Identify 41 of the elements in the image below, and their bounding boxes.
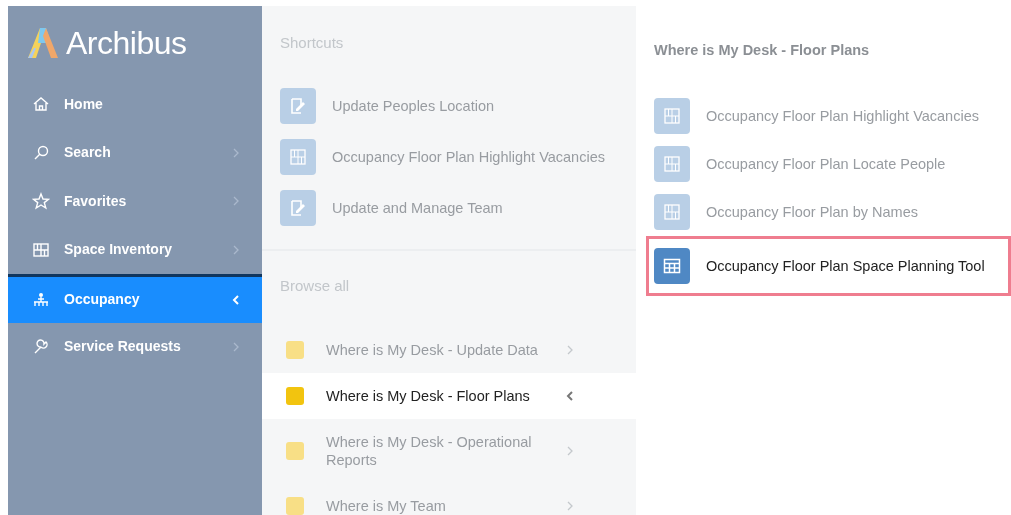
task-item[interactable]: Occupancy Floor Plan by Names <box>646 188 1011 236</box>
logo-icon <box>26 26 60 60</box>
folder-icon <box>286 442 304 460</box>
task-item[interactable]: Occupancy Floor Plan Locate People <box>646 140 1011 188</box>
home-icon <box>32 95 50 114</box>
edit-icon <box>280 189 316 226</box>
chevron-icon <box>566 445 574 457</box>
folder-icon <box>286 341 304 359</box>
nav-item[interactable]: Search <box>8 128 262 177</box>
nav-item[interactable]: Favorites <box>8 177 262 226</box>
nav-item[interactable]: Home <box>8 80 262 129</box>
nav-item[interactable]: Service Requests <box>8 322 262 371</box>
menu-item[interactable]: Where is My Desk - Floor Plans <box>262 373 636 419</box>
task-item[interactable]: Occupancy Floor Plan Space Planning Tool <box>646 236 1011 296</box>
nav-item[interactable]: Occupancy <box>8 274 262 323</box>
shortcut-link[interactable]: Update Peoples Location <box>332 96 495 115</box>
floor-plan-icon <box>654 194 690 230</box>
floor-plan-icon <box>654 146 690 182</box>
chevron-icon <box>566 390 574 402</box>
floor-plan-icon <box>654 98 690 134</box>
edit-icon <box>280 87 316 124</box>
grid-icon <box>654 248 690 284</box>
brand-name: Archibus <box>66 24 187 63</box>
people-icon <box>32 290 50 309</box>
menu-item[interactable]: Where is My Desk - Update Data <box>262 327 636 373</box>
folder-icon <box>286 387 304 405</box>
chevron-icon <box>566 500 574 512</box>
floor-plan-icon <box>280 138 316 175</box>
menu-item[interactable]: Where is My Team <box>262 483 636 515</box>
menu-item[interactable]: Where is My Desk - Operational Reports <box>262 419 636 483</box>
search-icon <box>32 143 50 162</box>
task-item[interactable]: Occupancy Floor Plan Highlight Vacancies <box>646 92 1011 140</box>
floor-plan-icon <box>32 240 50 259</box>
panel-title: Where is My Desk - Floor Plans <box>654 41 871 60</box>
shortcut-link[interactable]: Update and Manage Team <box>332 198 503 217</box>
folder-icon <box>286 497 304 515</box>
nav-item[interactable]: Space Inventory <box>8 225 262 274</box>
wrench-icon <box>32 337 50 356</box>
star-icon <box>32 192 50 211</box>
chevron-icon <box>566 344 574 356</box>
shortcut-link[interactable]: Occupancy Floor Plan Highlight Vacancies <box>332 147 605 166</box>
